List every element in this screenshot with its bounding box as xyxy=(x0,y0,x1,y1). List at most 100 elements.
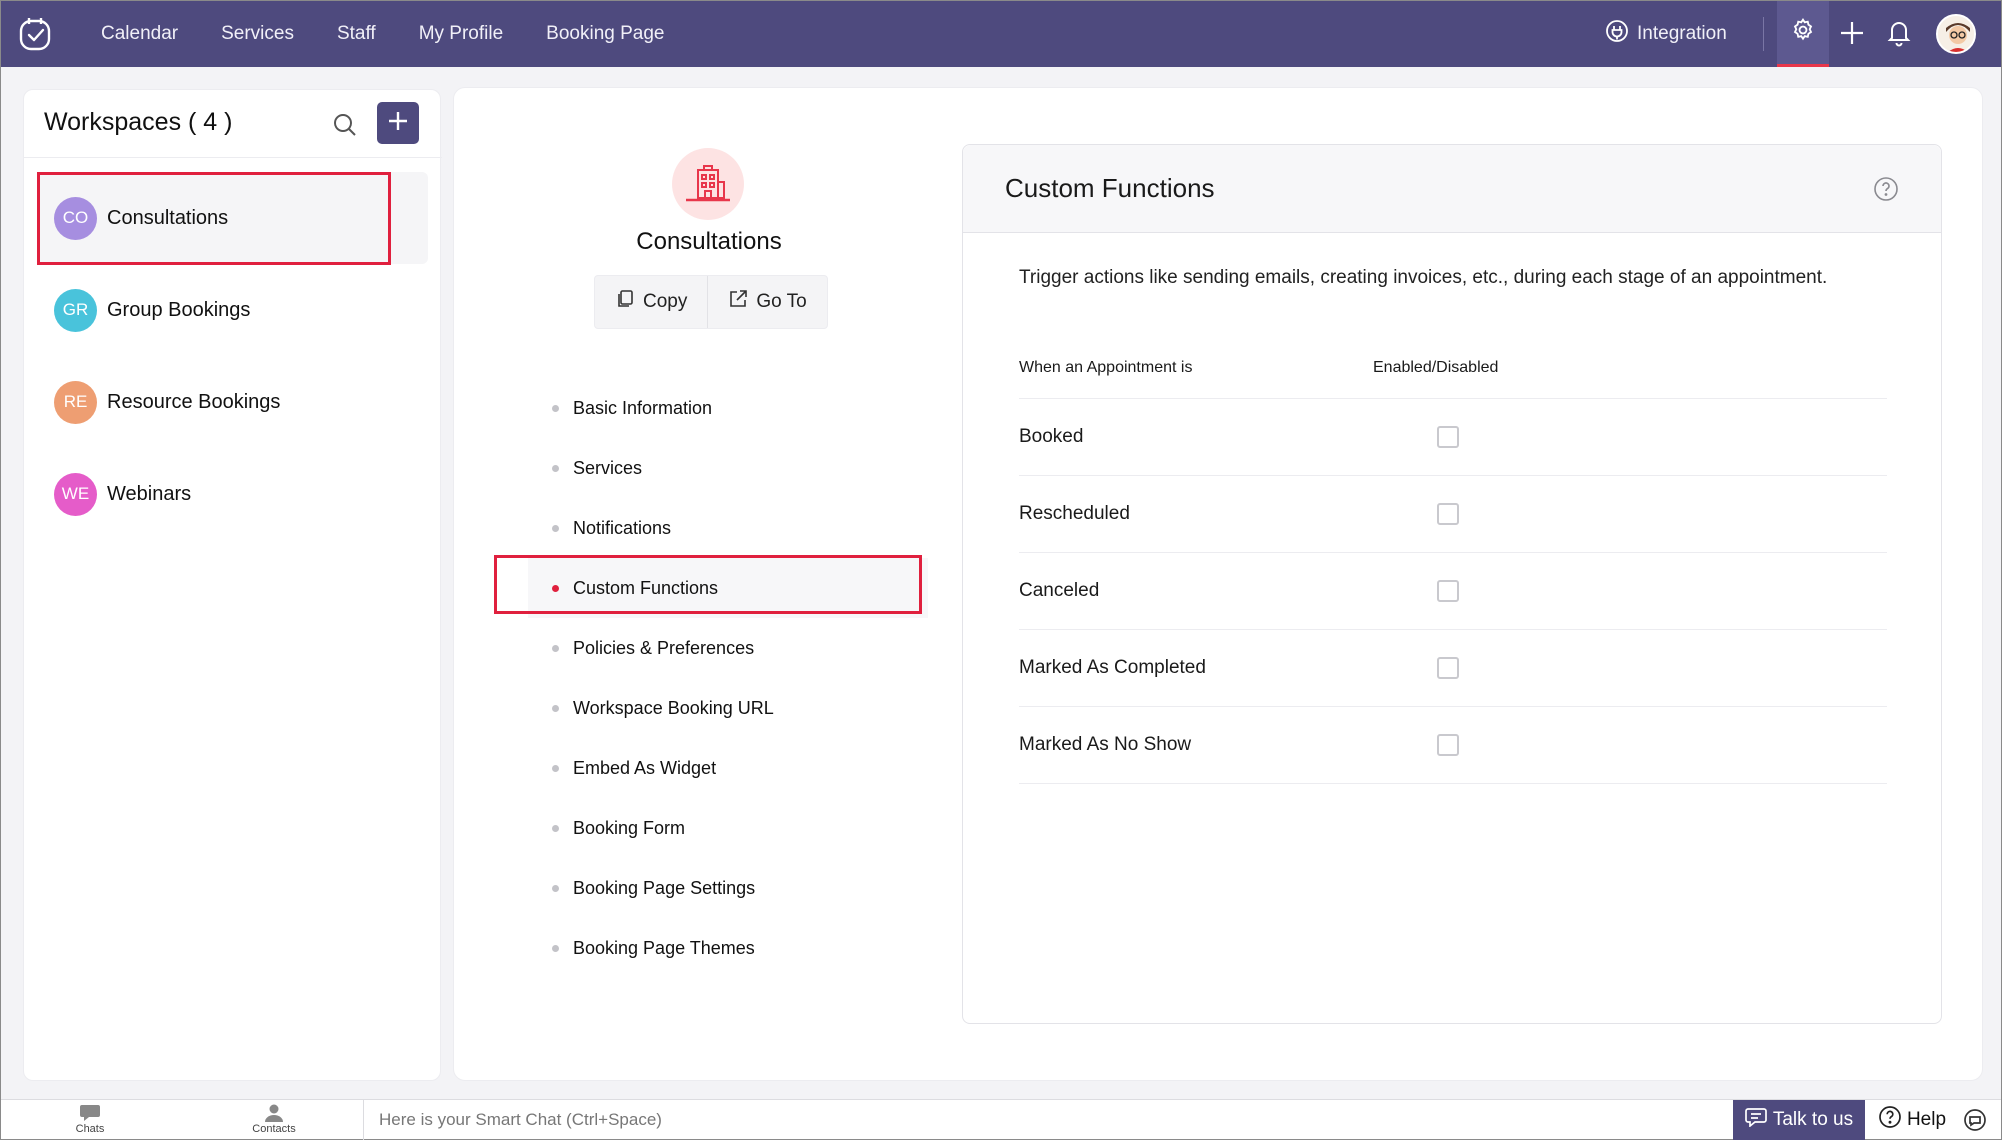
chats-button[interactable]: Chats xyxy=(45,1104,135,1135)
table-row: Marked As Completed xyxy=(1019,630,1887,707)
menu-workspace-booking-url[interactable]: Workspace Booking URL xyxy=(528,678,928,738)
workspace-detail-panel: Consultations Copy Go To Basic Informati… xyxy=(453,87,1983,1081)
menu-booking-page-settings[interactable]: Booking Page Settings xyxy=(528,858,928,918)
user-avatar[interactable] xyxy=(1936,14,1976,54)
table-row: Marked As No Show xyxy=(1019,707,1887,784)
bullet-icon xyxy=(552,584,559,592)
menu-basic-information[interactable]: Basic Information xyxy=(528,378,928,438)
copy-icon xyxy=(615,289,643,315)
row-label: Canceled xyxy=(1019,580,1100,601)
bell-icon[interactable] xyxy=(1885,18,1913,53)
workspace-name: Consultations xyxy=(636,228,782,255)
row-label: Rescheduled xyxy=(1019,503,1130,524)
row-label: Marked As No Show xyxy=(1019,734,1192,755)
person-icon xyxy=(229,1104,319,1122)
talk-label: Talk to us xyxy=(1772,1109,1854,1130)
workspace-label: Consultations xyxy=(107,206,229,229)
table-row: Canceled xyxy=(1019,553,1887,630)
workspace-badge: CO xyxy=(54,196,97,240)
menu-label: Basic Information xyxy=(573,397,713,418)
workspace-badge: WE xyxy=(54,472,97,516)
menu-label: Booking Page Themes xyxy=(573,937,755,958)
completed-checkbox[interactable] xyxy=(1437,657,1459,679)
custom-functions-card: Custom Functions Trigger actions like se… xyxy=(962,144,1942,1024)
custom-functions-table: When an Appointment is Enabled/Disabled … xyxy=(1019,337,1887,784)
workspace-item-group-bookings[interactable]: GR Group Bookings xyxy=(38,264,428,356)
card-header: Custom Functions xyxy=(963,145,1941,233)
settings-button[interactable] xyxy=(1777,1,1829,67)
bullet-icon xyxy=(552,824,559,832)
copy-button[interactable]: Copy xyxy=(595,276,707,328)
copy-label: Copy xyxy=(643,291,688,312)
bullet-icon xyxy=(552,704,559,712)
smart-chat-input[interactable] xyxy=(379,1100,1729,1140)
menu-label: Notifications xyxy=(573,517,672,538)
workspace-list: CO Consultations GR Group Bookings RE Re… xyxy=(24,172,442,540)
menu-notifications[interactable]: Notifications xyxy=(528,498,928,558)
help-label: Help xyxy=(1906,1109,1947,1130)
nav-staff[interactable]: Staff xyxy=(337,23,376,45)
help-button[interactable]: Help xyxy=(1871,1100,1953,1140)
plus-icon[interactable] xyxy=(1837,18,1867,53)
bullet-icon xyxy=(552,884,559,892)
menu-embed-as-widget[interactable]: Embed As Widget xyxy=(528,738,928,798)
help-circle-icon[interactable] xyxy=(1873,176,1899,207)
app-logo-icon[interactable] xyxy=(17,15,55,53)
column-enabled: Enabled/Disabled xyxy=(1373,358,1499,376)
menu-custom-functions[interactable]: Custom Functions xyxy=(528,558,928,618)
canceled-checkbox[interactable] xyxy=(1437,580,1459,602)
bullet-icon xyxy=(552,524,559,532)
nav-services[interactable]: Services xyxy=(221,23,294,45)
bottom-divider xyxy=(363,1100,364,1140)
bullet-icon xyxy=(552,404,559,412)
menu-label: Services xyxy=(573,457,643,478)
menu-label: Custom Functions xyxy=(573,577,719,598)
nav-booking-page[interactable]: Booking Page xyxy=(546,23,664,45)
table-row: Booked xyxy=(1019,399,1887,476)
chat-bubble-icon xyxy=(45,1104,135,1122)
workspace-item-resource-bookings[interactable]: RE Resource Bookings xyxy=(38,356,428,448)
nav-my-profile[interactable]: My Profile xyxy=(419,23,503,45)
talk-to-us-button[interactable]: Talk to us xyxy=(1733,1100,1865,1140)
rescheduled-checkbox[interactable] xyxy=(1437,503,1459,525)
workspace-item-webinars[interactable]: WE Webinars xyxy=(38,448,428,540)
menu-label: Booking Page Settings xyxy=(573,877,756,898)
gear-icon xyxy=(1790,17,1816,48)
workspace-settings-menu: Basic Information Services Notifications… xyxy=(528,378,928,978)
column-when: When an Appointment is xyxy=(1019,358,1193,376)
integration-label: Integration xyxy=(1637,23,1727,44)
bullet-icon xyxy=(552,644,559,652)
panel-divider xyxy=(24,157,442,158)
menu-label: Booking Form xyxy=(573,817,686,838)
go-to-label: Go To xyxy=(756,291,807,312)
main-nav: Calendar Services Staff My Profile Booki… xyxy=(101,1,708,67)
workspace-badge: GR xyxy=(54,288,97,332)
menu-booking-form[interactable]: Booking Form xyxy=(528,798,928,858)
add-workspace-button[interactable] xyxy=(377,102,419,144)
bullet-icon xyxy=(552,944,559,952)
go-to-button[interactable]: Go To xyxy=(707,276,826,328)
row-label: Marked As Completed xyxy=(1019,657,1206,678)
booked-checkbox[interactable] xyxy=(1437,426,1459,448)
integration-icon xyxy=(1605,19,1637,49)
integration-link[interactable]: Integration xyxy=(1605,19,1727,49)
bottom-bar: Chats Contacts Talk to us Help xyxy=(1,1099,2001,1140)
search-icon[interactable] xyxy=(332,112,358,143)
feedback-icon[interactable] xyxy=(1963,1108,1987,1137)
menu-booking-page-themes[interactable]: Booking Page Themes xyxy=(528,918,928,978)
workspace-avatar xyxy=(672,148,744,220)
no-show-checkbox[interactable] xyxy=(1437,734,1459,756)
bullet-icon xyxy=(552,464,559,472)
table-row: Rescheduled xyxy=(1019,476,1887,553)
contacts-button[interactable]: Contacts xyxy=(229,1104,319,1135)
menu-label: Workspace Booking URL xyxy=(573,697,774,718)
nav-calendar[interactable]: Calendar xyxy=(101,23,178,45)
card-description: Trigger actions like sending emails, cre… xyxy=(1019,267,1828,288)
building-icon xyxy=(684,158,732,211)
menu-label: Embed As Widget xyxy=(573,757,717,778)
workspaces-title: Workspaces ( 4 ) xyxy=(44,108,233,136)
menu-policies-preferences[interactable]: Policies & Preferences xyxy=(528,618,928,678)
menu-services[interactable]: Services xyxy=(528,438,928,498)
row-label: Booked xyxy=(1019,426,1084,447)
workspace-item-consultations[interactable]: CO Consultations xyxy=(38,172,428,264)
